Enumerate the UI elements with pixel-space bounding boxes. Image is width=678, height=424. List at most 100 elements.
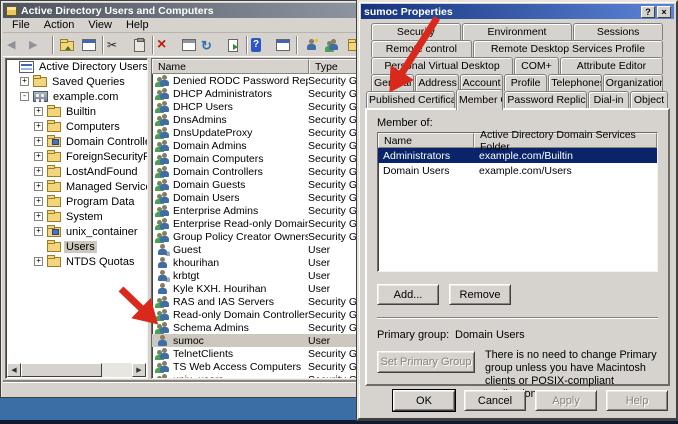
- tree-item[interactable]: + unix_container: [6, 224, 147, 239]
- tab-personal-virtual-desktop[interactable]: Personal Virtual Desktop: [371, 57, 513, 74]
- expand-toggle[interactable]: +: [34, 182, 43, 191]
- show-console-tree-icon[interactable]: [78, 35, 100, 55]
- new-user-icon[interactable]: [300, 35, 322, 55]
- tree-item[interactable]: Users: [6, 239, 147, 254]
- aduc-titlebar[interactable]: Active Directory Users and Computers: [3, 3, 360, 18]
- list-item[interactable]: Domain Computers Security Group: [152, 152, 357, 165]
- list-item[interactable]: Domain Guests Security Group: [152, 178, 357, 191]
- tab-com-plus[interactable]: COM+: [514, 57, 559, 74]
- list-item[interactable]: RAS and IAS Servers Security Group: [152, 295, 357, 308]
- expand-toggle[interactable]: +: [34, 107, 43, 116]
- paste-icon[interactable]: [128, 35, 150, 55]
- list-item[interactable]: DHCP Users Security Group: [152, 100, 357, 113]
- member-of-row[interactable]: Administrators example.com/Builtin: [378, 148, 657, 163]
- expand-toggle[interactable]: -: [20, 92, 29, 101]
- export-list-icon[interactable]: [222, 35, 244, 55]
- column-header-type[interactable]: Type: [309, 59, 357, 74]
- cut-icon[interactable]: ✂: [106, 35, 128, 55]
- list-item[interactable]: Guest User: [152, 243, 357, 256]
- expand-toggle[interactable]: +: [34, 152, 43, 161]
- tab-remote-desktop-services-profile[interactable]: Remote Desktop Services Profile: [473, 40, 663, 57]
- column-header-name[interactable]: Name: [378, 133, 474, 148]
- dialog-titlebar[interactable]: sumoc Properties ? ×: [361, 4, 674, 19]
- tree-item[interactable]: + NTDS Quotas: [6, 254, 147, 269]
- cancel-button[interactable]: Cancel: [464, 390, 526, 411]
- scroll-thumb[interactable]: [21, 363, 102, 377]
- set-primary-group-button[interactable]: Set Primary Group: [377, 351, 475, 373]
- apply-button[interactable]: Apply: [535, 390, 597, 411]
- tab-environment[interactable]: Environment: [462, 23, 573, 40]
- list-item[interactable]: Read-only Domain Controllers Security Gr…: [152, 308, 357, 321]
- expand-toggle[interactable]: +: [34, 167, 43, 176]
- menu-view[interactable]: View: [82, 18, 118, 32]
- tab-password-replication[interactable]: Password Replication: [504, 91, 587, 108]
- menu-help[interactable]: Help: [120, 18, 155, 32]
- tree-item[interactable]: Active Directory Users and Comput: [6, 59, 147, 74]
- list-item[interactable]: DnsUpdateProxy Security Group: [152, 126, 357, 139]
- list-item[interactable]: Enterprise Admins Security Group: [152, 204, 357, 217]
- tab-object[interactable]: Object: [630, 91, 668, 108]
- list-item[interactable]: Domain Admins Security Group: [152, 139, 357, 152]
- tab-security[interactable]: Security: [371, 23, 461, 40]
- context-help-button[interactable]: ?: [641, 6, 655, 18]
- column-header-folder[interactable]: Active Directory Domain Services Folder: [474, 133, 657, 148]
- help-button[interactable]: Help: [606, 390, 668, 411]
- tree-item[interactable]: + Saved Queries: [6, 74, 147, 89]
- expand-toggle[interactable]: +: [34, 197, 43, 206]
- tree-item[interactable]: + Builtin: [6, 104, 147, 119]
- tab-profile[interactable]: Profile: [504, 74, 547, 91]
- tab-telephones[interactable]: Telephones: [548, 74, 601, 91]
- tree-horizontal-scrollbar[interactable]: ◀ ▶: [7, 363, 146, 377]
- tree-item[interactable]: + LostAndFound: [6, 164, 147, 179]
- expand-toggle[interactable]: +: [34, 257, 43, 266]
- tree-item[interactable]: + Program Data: [6, 194, 147, 209]
- ok-button[interactable]: OK: [393, 390, 455, 411]
- tab-dial-in[interactable]: Dial-in: [588, 91, 629, 108]
- tree-item[interactable]: + Managed Service Accounts: [6, 179, 147, 194]
- list-item[interactable]: sumoc User: [152, 334, 357, 347]
- list-item[interactable]: Domain Users Security Group: [152, 191, 357, 204]
- list-item[interactable]: DnsAdmins Security Group: [152, 113, 357, 126]
- tree-item[interactable]: + Domain Controllers: [6, 134, 147, 149]
- close-button[interactable]: ×: [657, 6, 671, 18]
- menu-action[interactable]: Action: [38, 18, 81, 32]
- tab-published-certificates[interactable]: Published Certificates: [366, 91, 455, 108]
- list-item[interactable]: DHCP Administrators Security Group: [152, 87, 357, 100]
- delete-icon[interactable]: ×: [156, 35, 178, 55]
- tree-item[interactable]: + ForeignSecurityPrincipals: [6, 149, 147, 164]
- expand-toggle[interactable]: +: [20, 77, 29, 86]
- list-item[interactable]: Enterprise Read-only Domain Cont... Secu…: [152, 217, 357, 230]
- list-item[interactable]: Denied RODC Password Replicatio... Secur…: [152, 74, 357, 87]
- new-group-icon[interactable]: [322, 35, 344, 55]
- list-item[interactable]: Schema Admins Security Group: [152, 321, 357, 334]
- tab-address[interactable]: Address: [415, 74, 458, 91]
- list-item[interactable]: unix_users Security Group: [152, 373, 357, 379]
- tab-remote-control[interactable]: Remote control: [371, 40, 472, 57]
- list-item[interactable]: Domain Controllers Security Group: [152, 165, 357, 178]
- list-item[interactable]: krbtgt User: [152, 269, 357, 282]
- expand-toggle[interactable]: +: [34, 227, 43, 236]
- expand-toggle[interactable]: +: [34, 122, 43, 131]
- refresh-icon[interactable]: ↻: [200, 35, 222, 55]
- up-one-level-icon[interactable]: [56, 35, 78, 55]
- member-of-row[interactable]: Domain Users example.com/Users: [378, 163, 657, 178]
- scroll-left-button[interactable]: ◀: [7, 363, 21, 377]
- tab-sessions[interactable]: Sessions: [573, 23, 663, 40]
- tab-attribute-editor[interactable]: Attribute Editor: [560, 57, 663, 74]
- scroll-right-button[interactable]: ▶: [132, 363, 146, 377]
- tab-general[interactable]: General: [371, 74, 414, 91]
- remove-button[interactable]: Remove: [449, 284, 511, 305]
- menu-file[interactable]: File: [6, 18, 36, 32]
- tree-item[interactable]: + Computers: [6, 119, 147, 134]
- expand-toggle[interactable]: +: [34, 212, 43, 221]
- properties-icon[interactable]: [178, 35, 200, 55]
- list-item[interactable]: Kyle KXH. Hourihan User: [152, 282, 357, 295]
- tab-member-of[interactable]: Member Of: [456, 89, 503, 110]
- tree-item[interactable]: - example.com: [6, 89, 147, 104]
- action-pane-icon[interactable]: [272, 35, 294, 55]
- expand-toggle[interactable]: +: [34, 137, 43, 146]
- add-button[interactable]: Add...: [377, 284, 439, 305]
- help-icon[interactable]: ?: [250, 35, 272, 55]
- tree-item[interactable]: + System: [6, 209, 147, 224]
- column-header-name[interactable]: Name: [152, 59, 309, 74]
